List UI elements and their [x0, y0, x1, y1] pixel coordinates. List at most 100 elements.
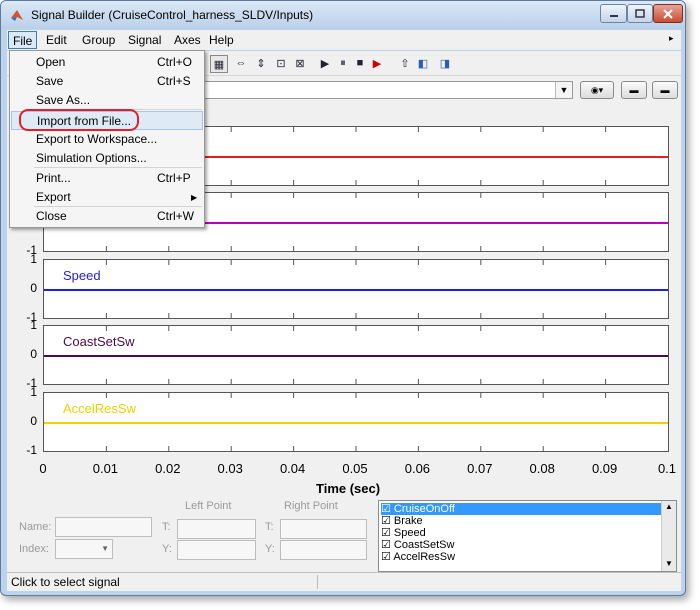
left-point-y-field[interactable] [177, 540, 256, 560]
y-tick-label: 1 [30, 252, 37, 266]
x-tick-label: 0.08 [529, 461, 555, 476]
title-bar[interactable]: Signal Builder (CruiseControl_harness_SL… [1, 1, 685, 29]
close-icon [663, 8, 673, 19]
panel-button-1[interactable]: ▬ [621, 81, 647, 99]
pause-icon[interactable]: ⏸ [335, 55, 351, 71]
menu-item-label: Save As... [36, 93, 91, 107]
signal-axes-coastsetsw[interactable]: CoastSetSw [43, 325, 669, 385]
signal-list-item-label: CoastSetSw [393, 539, 455, 551]
left-y-label: Y: [162, 543, 172, 555]
grid-toggle-icon[interactable]: ▦ [210, 55, 228, 73]
play-icon[interactable]: ▶ [317, 55, 333, 71]
menu-axes[interactable]: Axes [170, 31, 205, 49]
menu-item-simulation-options[interactable]: Simulation Options... [11, 149, 203, 168]
right-point-label: Right Point [284, 500, 338, 512]
checkbox-icon[interactable]: ☑ [381, 551, 393, 563]
left-point-label: Left Point [185, 500, 232, 512]
scroll-up-icon[interactable]: ▲ [665, 502, 673, 511]
group-select[interactable]: ▼ [203, 81, 573, 99]
file-dropdown-menu: Open Ctrl+O Save Ctrl+S Save As... Import fro… [9, 50, 205, 228]
checkbox-icon[interactable]: ☑ [381, 503, 394, 515]
left-t-label: T: [162, 521, 171, 533]
x-axis-label: Time (sec) [316, 481, 381, 496]
settings-dropdown-button[interactable]: ◉▾ [580, 81, 614, 99]
verification-icon[interactable]: ◨ [437, 55, 453, 71]
signal-axes-speed[interactable]: Speed [43, 259, 669, 319]
status-bar: Click to select signal [7, 572, 681, 591]
checkbox-icon[interactable]: ☑ [381, 527, 394, 539]
y-tick-label: 0 [30, 281, 37, 295]
menu-item-print[interactable]: Print... Ctrl+P [11, 169, 203, 188]
run-all-icon[interactable]: ▶ [369, 55, 385, 71]
x-tick-label: 0.05 [342, 461, 368, 476]
signal-label: Speed [63, 268, 101, 283]
x-tick-label: 0.03 [217, 461, 243, 476]
menu-item-shortcut: Ctrl+W [157, 209, 194, 223]
zoom-time-icon[interactable]: ⇔ [233, 55, 249, 71]
signal-list-item[interactable]: ☑ CoastSetSw [381, 539, 661, 551]
right-point-y-field[interactable] [280, 540, 367, 560]
matlab-app-icon [11, 10, 23, 21]
axes-svg [44, 393, 668, 451]
panel-button-2[interactable]: ▬ [652, 81, 678, 99]
checkbox-icon[interactable]: ☑ [381, 515, 394, 527]
menu-item-label: Print... [36, 171, 71, 185]
chevron-down-icon: ▼ [101, 544, 109, 553]
name-label: Name: [19, 521, 52, 533]
goto-block-icon[interactable]: ⇧ [397, 55, 413, 71]
menu-item-shortcut: Ctrl+O [157, 55, 193, 69]
menu-item-open[interactable]: Open Ctrl+O [11, 53, 203, 72]
menu-item-save-as[interactable]: Save As... [11, 91, 203, 110]
x-tick-label: 0.01 [92, 461, 119, 476]
menu-group[interactable]: Group [78, 31, 119, 49]
signal-list-item[interactable]: ☑ Speed [381, 527, 661, 539]
menu-item-export[interactable]: Export ▶ [11, 188, 203, 207]
menu-item-close[interactable]: Close Ctrl+W [11, 207, 203, 226]
signal-list-item-label: CruiseOnOff [393, 503, 455, 515]
maximize-icon [635, 9, 645, 18]
menu-item-save[interactable]: Save Ctrl+S [11, 72, 203, 91]
close-button[interactable] [653, 4, 683, 23]
menu-item-export-to-workspace[interactable]: Export to Workspace... [11, 130, 203, 149]
checkbox-icon[interactable]: ☑ [381, 539, 394, 551]
x-tick-label: 0.1 [657, 461, 677, 476]
right-y-label: Y: [265, 543, 275, 555]
signal-list-scrollbar[interactable]: ▲ ▼ [661, 501, 676, 571]
signal-list-item[interactable]: ☑ AccelResSw [381, 551, 661, 563]
stop-icon[interactable]: ■ [352, 55, 368, 71]
right-point-t-field[interactable] [280, 519, 367, 539]
index-select[interactable]: ▼ [55, 539, 113, 559]
x-tick-label: 0.02 [155, 461, 181, 476]
menu-item-label: Close [36, 209, 67, 223]
show-model-icon[interactable]: ◧ [415, 55, 431, 71]
left-point-t-field[interactable] [177, 519, 256, 539]
maximize-button[interactable] [627, 4, 653, 23]
menu-item-label: Open [36, 55, 66, 69]
window-title: Signal Builder (CruiseControl_harness_SL… [31, 8, 314, 22]
x-tick-label: 0.07 [467, 461, 493, 476]
name-field[interactable] [55, 517, 152, 537]
x-tick-label: 0 [39, 461, 47, 476]
menu-signal[interactable]: Signal [124, 31, 165, 49]
y-tick-label: 1 [30, 318, 37, 332]
scroll-down-icon[interactable]: ▼ [665, 559, 673, 568]
menubar-dock-icon[interactable]: ▸ [669, 33, 674, 44]
signal-list-item[interactable]: ☑ CruiseOnOff [381, 503, 661, 515]
zoom-y-icon[interactable]: ⇕ [253, 55, 269, 71]
signal-list-item[interactable]: ☑ Brake [381, 515, 661, 527]
signal-list[interactable]: ☑ CruiseOnOff ☑ Brake ☑ Speed ☑ CoastSetSw ☑… [378, 500, 677, 572]
zoom-box-icon[interactable]: ⊡ [273, 55, 289, 71]
chevron-down-icon[interactable]: ▼ [555, 82, 572, 98]
signal-axes-accelressw[interactable]: AccelResSw [43, 392, 669, 452]
menu-file[interactable]: File [8, 31, 38, 49]
signal-label: AccelResSw [63, 401, 136, 416]
submenu-arrow-icon: ▶ [191, 193, 198, 202]
menu-help[interactable]: Help [205, 31, 238, 49]
minimize-button[interactable] [600, 4, 627, 23]
fit-view-icon[interactable]: ⊠ [292, 55, 308, 71]
x-tick-label: 0.06 [404, 461, 431, 476]
right-t-label: T: [265, 521, 274, 533]
index-label: Index: [19, 543, 49, 555]
y-tick-label: 0 [30, 414, 37, 428]
menu-edit[interactable]: Edit [42, 31, 71, 49]
